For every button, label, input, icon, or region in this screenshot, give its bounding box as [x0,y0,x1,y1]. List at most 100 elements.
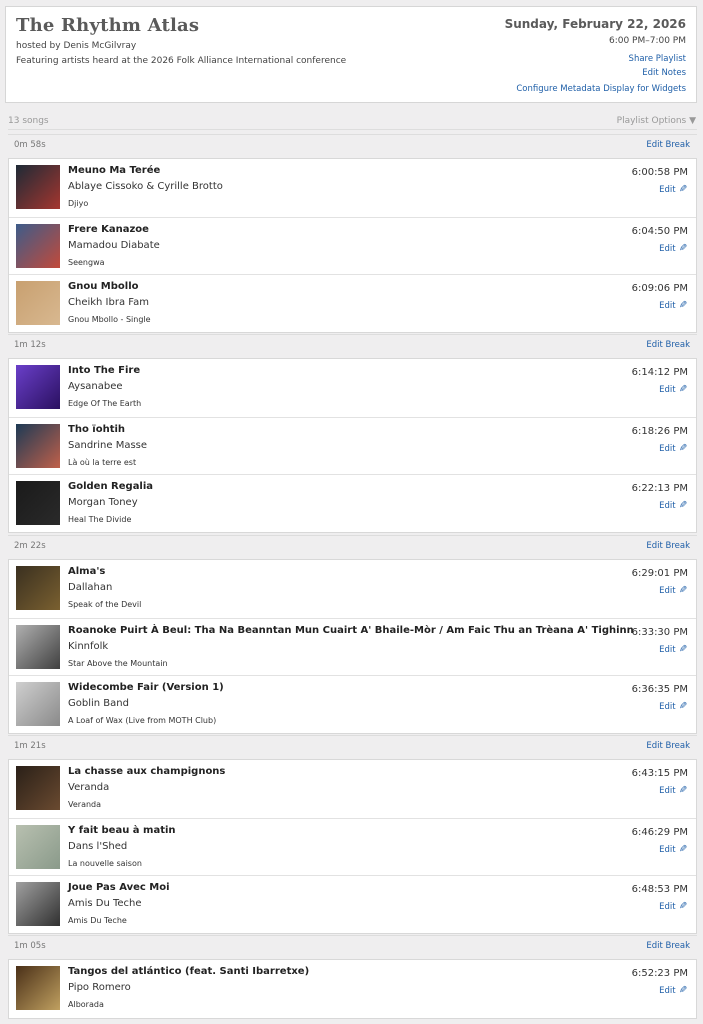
edit-notes-link[interactable]: Edit Notes [642,68,686,78]
song-row[interactable]: Tangos del atlántico (feat. Santi Ibarre… [9,960,696,1017]
edit-song-link[interactable]: Edit ✎ [659,384,687,395]
edit-song-link[interactable]: Edit ✎ [659,184,687,195]
album-art [16,882,60,926]
pencil-icon[interactable]: ✎ [679,644,687,655]
album-art [16,165,60,209]
song-album: Speak of the Devil [68,600,142,609]
edit-break-link[interactable]: Edit Break [646,741,690,751]
edit-label[interactable]: Edit [659,986,675,996]
edit-label[interactable]: Edit [659,702,675,712]
song-row[interactable]: Frere Kanazoe Mamadou Diabate Seengwa 6:04:… [9,217,696,274]
edit-break-link[interactable]: Edit Break [646,941,690,951]
album-art [16,966,60,1010]
song-artist: Kinnfolk [68,641,109,652]
pencil-icon[interactable]: ✎ [679,901,687,912]
song-time: 6:33:30 PM [631,627,688,638]
song-title: Meuno Ma Terée [68,165,161,176]
edit-song-link[interactable]: Edit ✎ [659,701,687,712]
song-artist: Veranda [68,782,110,793]
edit-label[interactable]: Edit [659,444,675,454]
edit-song-link[interactable]: Edit ✎ [659,585,687,596]
song-album: Veranda [68,800,102,809]
song-time: 6:46:29 PM [631,827,688,838]
configure-metadata-link[interactable]: Configure Metadata Display for Widgets [516,84,686,94]
edit-label[interactable]: Edit [659,301,675,311]
pencil-icon[interactable]: ✎ [679,844,687,855]
edit-song-link[interactable]: Edit ✎ [659,300,687,311]
break-duration: 1m 21s [14,741,46,751]
song-row[interactable]: Y fait beau à matin Dans l'Shed La nouvell… [9,818,696,875]
song-artist: Pipo Romero [68,982,131,993]
song-album: Star Above the Mountain [68,659,168,668]
share-playlist-link[interactable]: Share Playlist [629,54,686,64]
pencil-icon[interactable]: ✎ [679,243,687,254]
pencil-icon[interactable]: ✎ [679,985,687,996]
break-row: 2m 22s Edit Break [8,535,697,555]
song-group: Tangos del atlántico (feat. Santi Ibarre… [8,959,697,1019]
edit-label[interactable]: Edit [659,845,675,855]
song-title: Into The Fire [68,365,141,376]
edit-song-link[interactable]: Edit ✎ [659,901,687,912]
song-group: Alma's Dallahan Speak of the Devil 6:29:01 … [8,559,697,734]
edit-label[interactable]: Edit [659,244,675,254]
break-duration: 1m 05s [14,941,46,951]
song-row[interactable]: Tho ïohtih Sandrine Masse Là où la terre e… [9,417,696,474]
song-time: 6:09:06 PM [631,283,688,294]
edit-break-link[interactable]: Edit Break [646,140,690,150]
edit-label[interactable]: Edit [659,586,675,596]
pencil-icon[interactable]: ✎ [679,585,687,596]
pencil-icon[interactable]: ✎ [679,300,687,311]
song-row[interactable]: Meuno Ma Terée Ablaye Cissoko & Cyrille B… [9,159,696,216]
edit-label[interactable]: Edit [659,385,675,395]
song-album: Seengwa [68,258,105,267]
song-album: Djiyo [68,199,89,208]
song-time: 6:18:26 PM [631,426,688,437]
edit-song-link[interactable]: Edit ✎ [659,985,687,996]
edit-song-link[interactable]: Edit ✎ [659,644,687,655]
edit-label[interactable]: Edit [659,902,675,912]
song-time: 6:04:50 PM [631,226,688,237]
edit-song-link[interactable]: Edit ✎ [659,243,687,254]
song-row[interactable]: Widecombe Fair (Version 1) Goblin Band A L… [9,675,696,732]
edit-song-link[interactable]: Edit ✎ [659,443,687,454]
show-host: hosted by Denis McGilvray [16,41,137,51]
playlist-options-dropdown[interactable]: Playlist Options ▼ [617,116,696,126]
song-title: Tho ïohtih [68,424,126,435]
edit-label[interactable]: Edit [659,645,675,655]
song-title: Joue Pas Avec Moi [68,882,170,893]
song-row[interactable]: Joue Pas Avec Moi Amis Du Teche Amis Du Te… [9,875,696,932]
song-title: Widecombe Fair (Version 1) [68,682,224,693]
song-row[interactable]: Gnou Mbollo Cheikh Ibra Fam Gnou Mbollo - … [9,274,696,331]
song-row[interactable]: La chasse aux champignons Veranda Veranda 6… [9,760,696,817]
song-group: Into The Fire Aysanabee Edge Of The Earth 6… [8,358,697,533]
pencil-icon[interactable]: ✎ [679,443,687,454]
song-row[interactable]: Golden Regalia Morgan Toney Heal The Divid… [9,474,696,531]
edit-break-link[interactable]: Edit Break [646,340,690,350]
edit-label[interactable]: Edit [659,185,675,195]
break-duration: 0m 58s [14,140,46,150]
song-row[interactable]: Into The Fire Aysanabee Edge Of The Earth 6… [9,359,696,416]
pencil-icon[interactable]: ✎ [679,184,687,195]
song-row[interactable]: Roanoke Puirt À Beul: Tha Na Beanntan Mu… [9,618,696,675]
song-time: 6:00:58 PM [631,167,688,178]
edit-label[interactable]: Edit [659,786,675,796]
edit-label[interactable]: Edit [659,501,675,511]
song-artist: Goblin Band [68,698,129,709]
edit-song-link[interactable]: Edit ✎ [659,844,687,855]
pencil-icon[interactable]: ✎ [679,384,687,395]
edit-song-link[interactable]: Edit ✎ [659,500,687,511]
pencil-icon[interactable]: ✎ [679,785,687,796]
song-row[interactable]: Alma's Dallahan Speak of the Devil 6:29:01 … [9,560,696,617]
edit-break-link[interactable]: Edit Break [646,541,690,551]
album-art [16,481,60,525]
show-date: Sunday, February 22, 2026 [504,17,686,31]
edit-song-link[interactable]: Edit ✎ [659,785,687,796]
album-art [16,625,60,669]
song-time: 6:22:13 PM [631,483,688,494]
pencil-icon[interactable]: ✎ [679,701,687,712]
song-group: La chasse aux champignons Veranda Veranda 6… [8,759,697,934]
song-album: Amis Du Teche [68,916,127,925]
pencil-icon[interactable]: ✎ [679,500,687,511]
song-time: 6:36:35 PM [631,684,688,695]
divider [8,129,697,130]
